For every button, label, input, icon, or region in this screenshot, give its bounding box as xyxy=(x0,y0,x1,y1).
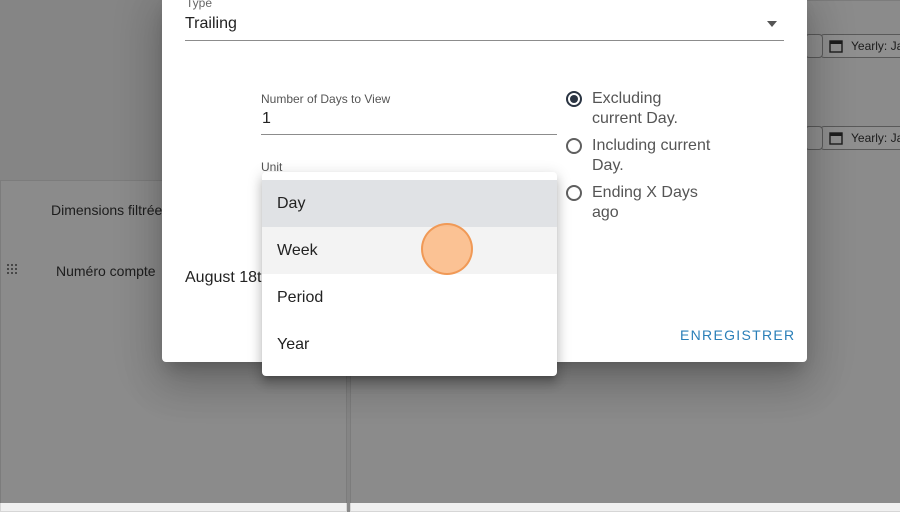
radio-label: Excluding current Day. xyxy=(592,90,678,127)
save-button[interactable]: ENREGISTRER xyxy=(680,327,795,343)
days-underline xyxy=(261,134,557,135)
click-indicator xyxy=(421,223,473,275)
unit-dropdown-menu: Day Week Period Year xyxy=(262,172,557,376)
unit-option-year[interactable]: Year xyxy=(262,321,557,368)
dropdown-arrow-icon[interactable] xyxy=(766,20,778,28)
radio-unchecked-icon xyxy=(566,138,582,154)
type-select[interactable]: Trailing xyxy=(185,15,237,33)
unit-option-day[interactable]: Day xyxy=(262,180,557,227)
type-label: Type xyxy=(186,0,213,10)
unit-option-period[interactable]: Period xyxy=(262,274,557,321)
radio-excluding-current-day[interactable]: Excluding current Day. xyxy=(566,89,712,129)
radio-ending-x-days-ago[interactable]: Ending X Days ago xyxy=(566,183,712,223)
days-to-view-input[interactable]: 1 xyxy=(262,110,271,128)
type-underline xyxy=(185,40,784,41)
days-to-view-label: Number of Days to View xyxy=(261,92,391,106)
radio-including-current-day[interactable]: Including current Day. xyxy=(566,136,712,176)
radio-unchecked-icon xyxy=(566,185,582,201)
radio-label: Including current Day. xyxy=(592,137,711,174)
radio-checked-icon xyxy=(566,91,582,107)
date-text: August 18t xyxy=(185,269,262,286)
radio-label: Ending X Days ago xyxy=(592,184,698,221)
unit-option-week[interactable]: Week xyxy=(262,227,557,274)
